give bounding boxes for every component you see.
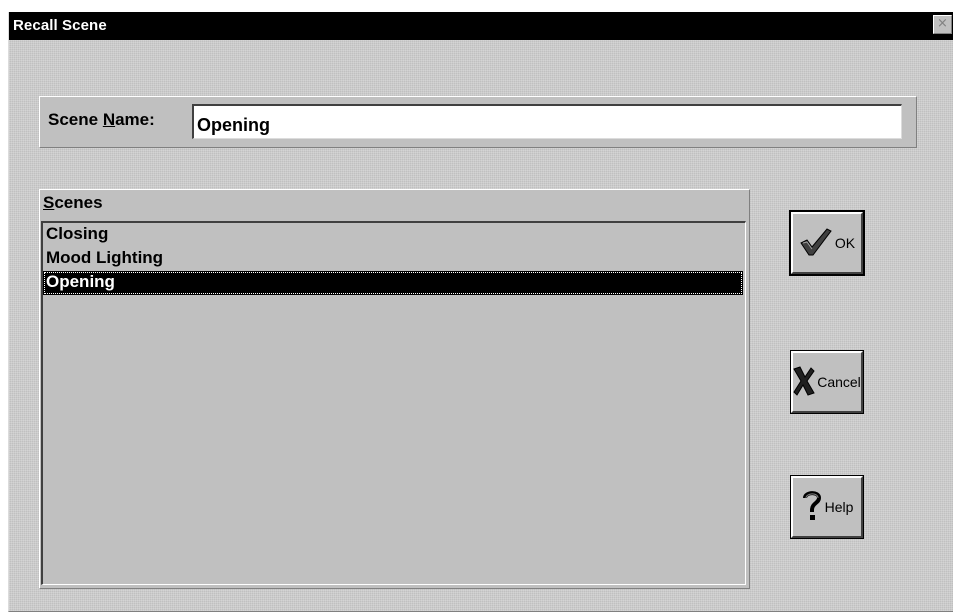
scenes-group: Scenes Closing Mood Lighting Opening bbox=[39, 189, 750, 589]
list-item[interactable]: Mood Lighting bbox=[43, 247, 743, 271]
scene-name-panel: Scene Name: bbox=[39, 96, 917, 148]
ok-button[interactable]: OK bbox=[791, 212, 863, 274]
list-item-selected[interactable]: Opening bbox=[43, 271, 743, 295]
scenes-list[interactable]: Closing Mood Lighting Opening bbox=[41, 221, 746, 585]
window-title: Recall Scene bbox=[13, 17, 107, 34]
scene-name-label: Scene Name: bbox=[48, 110, 155, 129]
title-bar[interactable]: Recall Scene × bbox=[9, 12, 953, 40]
close-icon: × bbox=[937, 16, 948, 31]
x-mark-icon bbox=[793, 365, 815, 399]
cancel-label: Cancel bbox=[817, 374, 861, 390]
cancel-button[interactable]: Cancel bbox=[791, 351, 863, 413]
scenes-label: Scenes bbox=[43, 193, 103, 212]
help-label: Help bbox=[824, 499, 854, 515]
recall-scene-dialog: Recall Scene × Scene Name: Scenes Closin… bbox=[8, 12, 953, 612]
ok-label: OK bbox=[834, 235, 856, 251]
checkmark-icon bbox=[799, 227, 833, 260]
scene-name-input[interactable] bbox=[192, 104, 902, 139]
list-item[interactable]: Closing bbox=[43, 223, 743, 247]
question-mark-icon bbox=[801, 490, 823, 525]
close-button[interactable]: × bbox=[933, 15, 952, 34]
help-button[interactable]: Help bbox=[791, 476, 863, 538]
